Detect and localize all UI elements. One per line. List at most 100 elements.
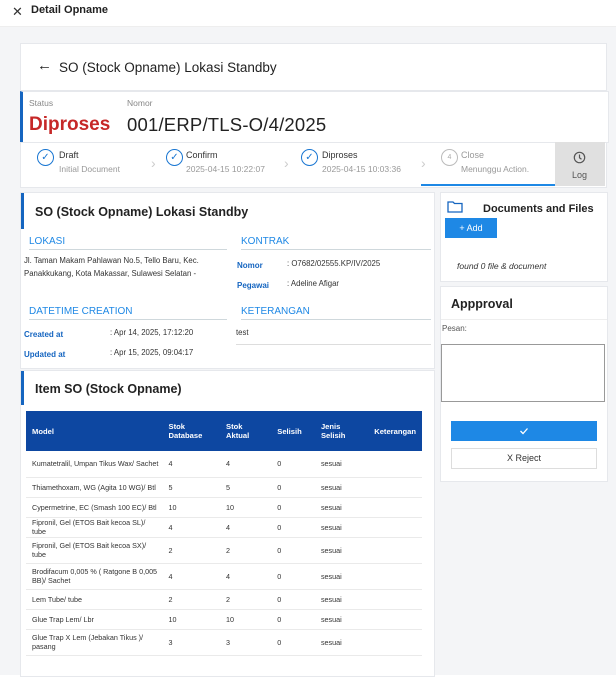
table-cell: 4 [162,451,220,478]
folder-icon [447,201,463,213]
progress-steps: ✓ Draft Initial Document › ✓ Confirm 202… [20,142,607,188]
documents-card: Documents and Files + Add found 0 file &… [440,192,608,282]
pesan-textarea[interactable] [441,344,605,402]
table-cell: 0 [271,589,315,610]
col-selisih: Selisih [271,411,315,451]
status-card: Status Diproses Nomor 001/ERP/TLS-O/4/20… [20,91,609,143]
table-cell: 10 [162,609,220,630]
table-cell: Thiamethoxam, WG (Agita 10 WG)/ Btl [26,477,163,498]
table-cell: Brodifacum 0,005 % ( Ratgone B 0,005 BB)… [26,563,163,590]
created-value: : Apr 14, 2025, 17:12:20 [110,328,194,337]
table-cell: sesuai [314,589,369,610]
step-name: Close [461,150,485,160]
check-circle-icon: ✓ [301,149,318,166]
items-header: Item SO (Stock Opname) [21,371,434,405]
pegawai-label: Pegawai [237,281,270,290]
document-number: 001/ERP/TLS-O/4/2025 [127,114,327,135]
table-cell: sesuai [314,629,369,656]
table-cell: 3 [162,629,220,656]
table-cell: 2 [220,589,272,610]
detail-header: SO (Stock Opname) Lokasi Standby [21,193,434,229]
step-draft[interactable]: ✓ Draft Initial Document [37,149,157,185]
empty-files-text: found 0 file & document [457,261,547,271]
history-icon [573,151,586,164]
table-cell: 4 [220,563,272,590]
table-row: Lem Tube/ tube 2 2 0 sesuai [26,589,422,610]
table-cell: sesuai [314,517,369,538]
detail-card: SO (Stock Opname) Lokasi Standby LOKASI … [20,192,435,369]
table-cell: sesuai [314,609,369,630]
table-row: Kumatetralil, Umpan Tikus Wax/ Sachet 4 4 0… [26,451,422,478]
table-cell: sesuai [314,563,369,590]
step-sub: 2025-04-15 10:22:07 [186,164,265,174]
table-row: Fipronil, Gel (ETOS Bait kecoa SL)/ tube… [26,517,422,538]
step-name: Draft [59,150,79,160]
table-cell: 4 [162,563,220,590]
pesan-label: Pesan: [442,324,467,333]
approve-button[interactable] [451,421,597,441]
divider [236,344,431,345]
table-cell [368,563,422,590]
table-cell: 0 [271,563,315,590]
table-cell: 5 [220,477,272,498]
table-cell: 0 [271,537,315,564]
reject-button[interactable]: X Reject [451,448,597,469]
table-cell: sesuai [314,537,369,564]
table-cell: Lem Tube/ tube [26,589,163,610]
table-cell: 0 [271,497,315,518]
table-cell [368,537,422,564]
step-confirm[interactable]: ✓ Confirm 2025-04-15 10:22:07 [166,149,286,185]
table-row: Fipronil, Gel (ETOS Bait kecoa SX)/ tube… [26,537,422,564]
back-arrow-icon[interactable]: ← [37,57,52,74]
chevron-right-icon: › [151,155,156,171]
table-cell: Cypermetrine, EC (Smash 100 EC)/ Btl [26,497,163,518]
kontrak-heading: KONTRAK [241,236,431,250]
table-cell: Fipronil, Gel (ETOS Bait kecoa SL)/ tube [26,517,163,538]
step-close[interactable]: 4 Close Menunggu Action. [441,149,553,185]
step-sub: Initial Document [59,164,120,174]
items-title: Item SO (Stock Opname) [35,382,182,396]
table-cell [368,609,422,630]
table-cell [368,477,422,498]
table-cell: 0 [271,451,315,478]
table-cell: 2 [162,589,220,610]
table-cell: Glue Trap X Lem (Jebakan Tikus )/ pasang [26,629,163,656]
table-cell: 4 [162,517,220,538]
status-badge: Diproses [29,114,111,135]
table-cell: 0 [271,629,315,656]
table-header-row: Model Stok Database Stok Aktual Selisih … [26,411,422,451]
kontrak-nomor-label: Nomor [237,261,263,270]
table-cell [368,451,422,478]
documents-title: Documents and Files [483,203,594,215]
log-label: Log [572,170,588,180]
approval-card: Appproval Pesan: X Reject [440,286,608,482]
close-icon[interactable]: ✕ [12,4,23,20]
keterangan-value: test [236,328,249,337]
table-cell: Glue Trap Lem/ Lbr [26,609,163,630]
table-cell: Kumatetralil, Umpan Tikus Wax/ Sachet [26,451,163,478]
log-button[interactable]: Log [555,142,605,186]
page-title: SO (Stock Opname) Lokasi Standby [59,60,277,75]
table-cell [368,629,422,656]
table-cell: 0 [271,517,315,538]
table-row: Cypermetrine, EC (Smash 100 EC)/ Btl 10 10… [26,497,422,518]
table-cell: 10 [162,497,220,518]
items-card: Item SO (Stock Opname) Model Stok Databa… [20,370,435,677]
table-cell: sesuai [314,497,369,518]
check-circle-icon: ✓ [166,149,183,166]
chevron-right-icon: › [421,155,426,171]
lokasi-value: Jl. Taman Makam Pahlawan No.5, Tello Bar… [24,256,199,278]
approval-title: Appproval [451,297,513,311]
check-icon [520,428,528,435]
table-cell: 0 [271,477,315,498]
table-cell [368,497,422,518]
table-cell: sesuai [314,451,369,478]
add-file-button[interactable]: + Add [445,218,497,238]
table-cell [368,517,422,538]
step-sub: 2025-04-15 10:03:36 [322,164,401,174]
table-cell: 4 [220,451,272,478]
col-jenis-selisih: Jenis Selisih [314,411,369,451]
divider [441,319,607,320]
table-cell: 4 [220,517,272,538]
step-diproses[interactable]: ✓ Diproses 2025-04-15 10:03:36 [301,149,426,185]
